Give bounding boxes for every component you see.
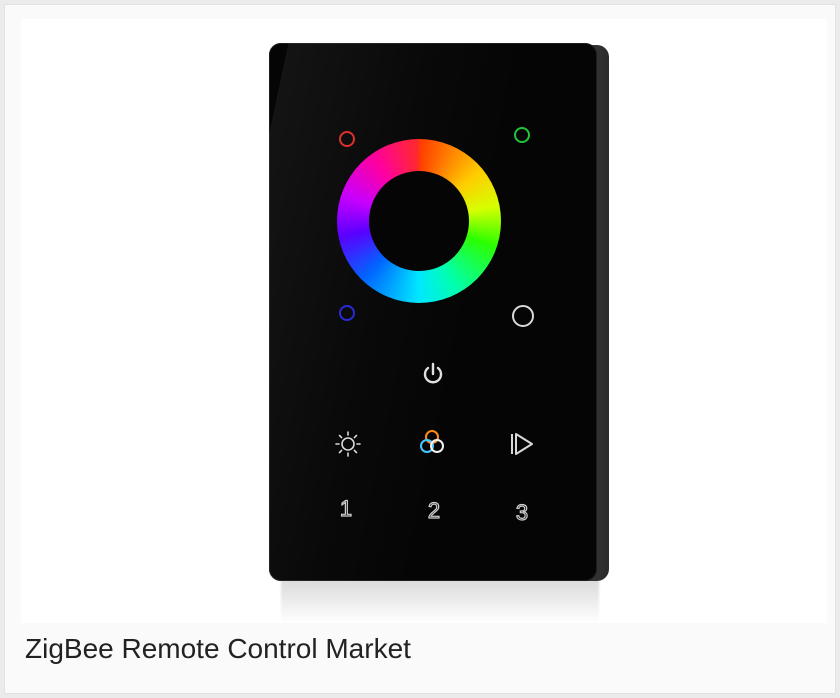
red-preset-icon (339, 131, 355, 147)
image-caption: ZigBee Remote Control Market (25, 633, 411, 664)
scene-1-label: 1 (339, 495, 353, 521)
image-card: 1 2 3 ZigBee Remote Control Market (4, 4, 836, 694)
white-preset-icon (512, 305, 534, 327)
glass-glare (269, 43, 533, 581)
blue-preset-icon (339, 305, 355, 321)
scene-3-label: 3 (515, 499, 529, 525)
green-preset-icon (514, 127, 530, 143)
product-photo: 1 2 3 (21, 19, 827, 623)
color-wheel-center (369, 171, 469, 271)
color-wheel (337, 139, 501, 303)
touch-panel-device: 1 2 3 (269, 43, 597, 581)
play-icon (509, 431, 535, 457)
scene-2-label: 2 (427, 497, 441, 523)
power-icon (419, 361, 447, 389)
brightness-icon (335, 431, 361, 457)
color-mix-icon (417, 427, 447, 457)
